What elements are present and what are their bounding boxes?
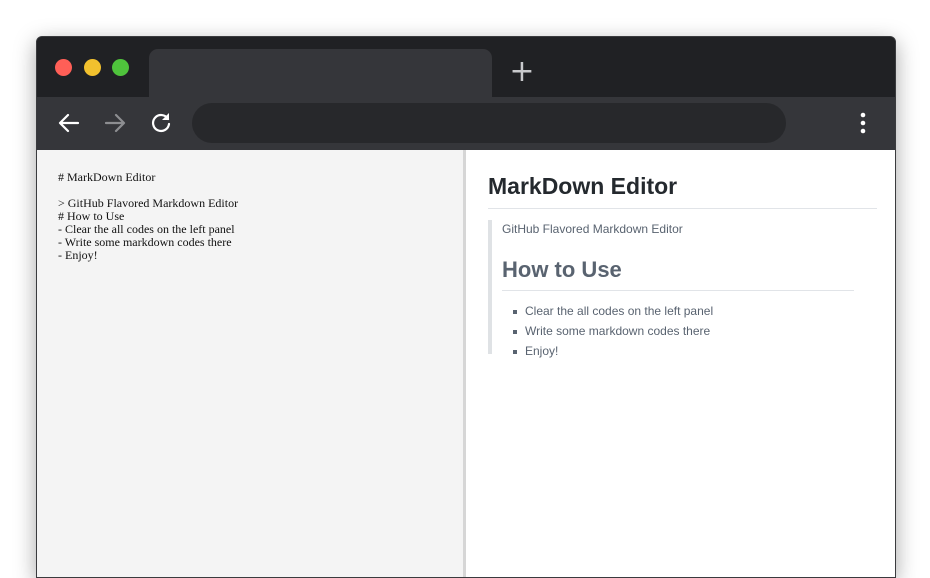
list-item: Write some markdown codes there <box>513 321 854 341</box>
minimize-window-button[interactable] <box>84 59 101 76</box>
editor-line: - Enjoy! <box>58 248 98 262</box>
preview-list: Clear the all codes on the left panel Wr… <box>502 301 854 361</box>
browser-tab[interactable] <box>149 49 492 97</box>
plus-icon: + <box>509 54 535 89</box>
preview-blockquote: GitHub Flavored Markdown Editor How to U… <box>488 220 864 358</box>
forward-button[interactable] <box>101 109 129 137</box>
browser-menu-button[interactable] <box>853 109 873 137</box>
new-tab-button[interactable]: + <box>507 57 537 87</box>
back-button[interactable] <box>55 109 83 137</box>
page-content: # MarkDown Editor > GitHub Flavored Mark… <box>37 150 895 577</box>
preview-title: MarkDown Editor <box>488 172 877 209</box>
list-item: Clear the all codes on the left panel <box>513 301 854 321</box>
list-item: Enjoy! <box>513 341 854 361</box>
close-window-button[interactable] <box>55 59 72 76</box>
kebab-menu-icon <box>860 112 866 134</box>
reload-button[interactable] <box>147 109 175 137</box>
maximize-window-button[interactable] <box>112 59 129 76</box>
reload-icon <box>151 113 171 133</box>
blockquote-text: GitHub Flavored Markdown Editor <box>502 222 683 236</box>
editor-line: - Write some markdown codes there <box>58 235 232 249</box>
browser-window: + # MarkDown Editor > GitHub Flavored Ma… <box>36 36 896 578</box>
markdown-preview-panel: MarkDown Editor GitHub Flavored Markdown… <box>469 150 895 577</box>
address-bar[interactable] <box>192 103 786 143</box>
editor-line: # MarkDown Editor <box>58 170 156 184</box>
arrow-right-icon <box>104 113 126 133</box>
arrow-left-icon <box>58 113 80 133</box>
title-bar: + <box>37 37 895 97</box>
browser-toolbar <box>37 97 895 150</box>
markdown-editor-panel[interactable]: # MarkDown Editor > GitHub Flavored Mark… <box>37 150 466 577</box>
preview-subtitle: How to Use <box>502 257 854 291</box>
